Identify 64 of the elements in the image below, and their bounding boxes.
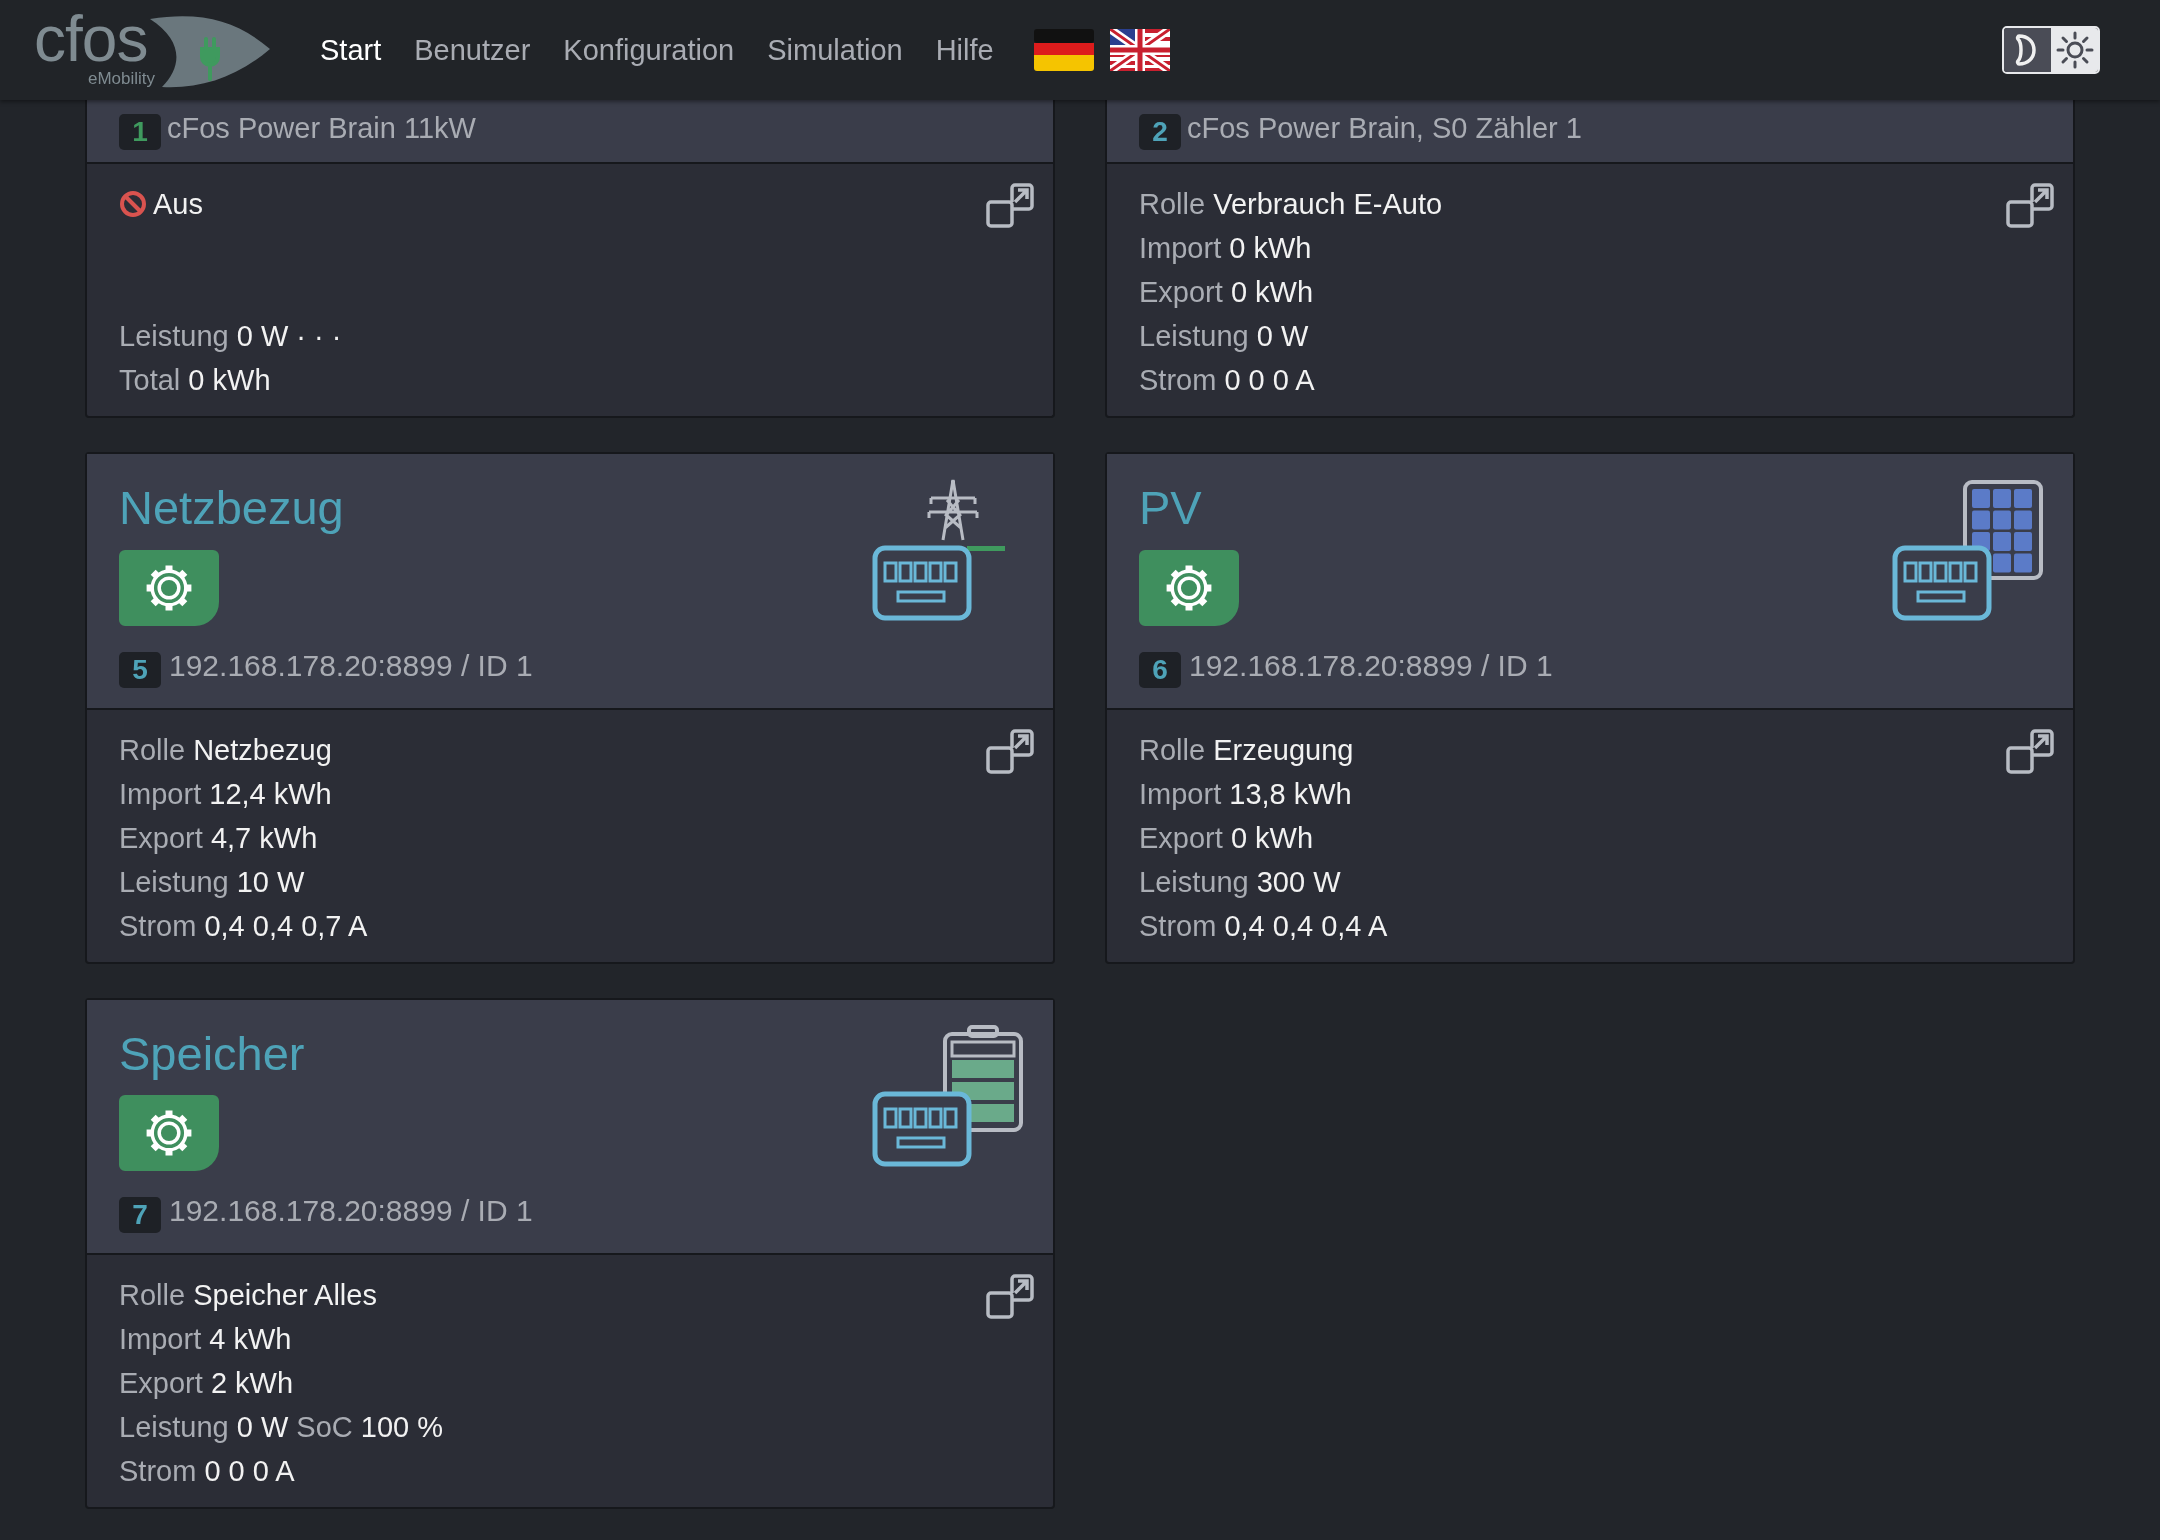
reading-line: Strom 0 0 0 A — [1139, 363, 1316, 398]
reading-line: Export 0 kWh — [1139, 275, 1315, 310]
reading-line: Strom 0,4 0,4 0,7 A — [119, 908, 368, 944]
reading-line: Import 0 kWh — [1139, 231, 1313, 266]
german-flag-icon[interactable] — [1033, 29, 1094, 71]
reading-line: Rolle Speicher Alles — [119, 1278, 378, 1314]
device-number: 5 — [119, 651, 161, 688]
prohibited-icon — [119, 190, 147, 218]
reading-line: Leistung 0 W SoC 100 % — [119, 1410, 444, 1446]
device-address: 192.168.178.20:8899 / ID 1 — [169, 1194, 533, 1229]
reading-line: Rolle Verbrauch E-Auto — [1139, 187, 1443, 222]
reading-line: Strom 0 0 0 A — [119, 1454, 296, 1490]
reading-line: Import 12,4 kWh — [119, 776, 333, 812]
meter-title: PV — [1139, 482, 1203, 534]
meter-title: Speicher — [119, 1027, 306, 1080]
reading-line: Import 4 kWh — [119, 1322, 293, 1358]
reading-line: Total 0 kWh — [119, 363, 272, 398]
british-flag-icon[interactable] — [1109, 29, 1170, 71]
reading-line: Leistung 10 W — [119, 864, 306, 900]
device-name: cFos Power Brain, S0 Zähler 1 — [1187, 111, 1582, 145]
light-mode-button[interactable] — [2051, 28, 2098, 72]
nav-link[interactable]: Konfiguration — [563, 33, 735, 67]
nav-link[interactable]: Hilfe — [935, 33, 994, 67]
open-window-button[interactable] — [985, 1273, 1035, 1322]
reading-line: Leistung 0 W · · · — [119, 319, 342, 354]
device-number: 2 — [1139, 114, 1181, 150]
open-window-button[interactable] — [985, 182, 1035, 230]
logo[interactable]: cfos eMobility — [30, 5, 280, 95]
reading-line: Strom 0,4 0,4 0,4 A — [1139, 908, 1388, 944]
reading-line: Import 13,8 kWh — [1139, 776, 1353, 812]
logo-tagline: eMobility — [88, 69, 156, 89]
reading-line: Rolle Netzbezug — [119, 732, 333, 768]
meter-with-battery-icon — [871, 1023, 1023, 1169]
reading-line: Rolle Erzeugung — [1139, 732, 1355, 768]
device-address: 192.168.178.20:8899 / ID 1 — [1189, 648, 1553, 683]
open-window-icon — [985, 727, 1035, 776]
device-name: cFos Power Brain 11kW — [167, 111, 476, 145]
open-window-icon — [2005, 727, 2055, 776]
open-window-button[interactable] — [2005, 727, 2055, 776]
meter-title: Netzbezug — [119, 482, 345, 534]
nav-link[interactable]: Benutzer — [414, 33, 531, 67]
open-window-icon — [985, 182, 1035, 230]
device-number: 6 — [1139, 651, 1181, 688]
meter-with-solar-panel-icon — [1891, 478, 2043, 623]
reading-line: Export 0 kWh — [1139, 820, 1315, 856]
dark-mode-button[interactable] — [2004, 28, 2051, 72]
settings-button[interactable] — [119, 1095, 219, 1172]
reading-line: Export 4,7 kWh — [119, 820, 319, 856]
open-window-button[interactable] — [2005, 182, 2055, 230]
status-label: Aus — [119, 182, 342, 226]
open-window-icon — [985, 1273, 1035, 1322]
open-window-button[interactable] — [985, 727, 1035, 776]
reading-line: Export 2 kWh — [119, 1366, 295, 1402]
settings-button[interactable] — [119, 549, 219, 626]
open-window-icon — [2005, 182, 2055, 230]
device-number: 7 — [119, 1197, 161, 1234]
settings-button[interactable] — [1139, 549, 1239, 626]
device-address: 192.168.178.20:8899 / ID 1 — [169, 648, 533, 683]
device-number: 1 — [119, 114, 161, 150]
nav-link[interactable]: Start — [320, 33, 382, 67]
reading-line: Leistung 300 W — [1139, 864, 1342, 900]
reading-line: Leistung 0 W — [1139, 319, 1310, 354]
nav-link[interactable]: Simulation — [767, 33, 903, 67]
logo-text: cfos — [34, 7, 148, 71]
